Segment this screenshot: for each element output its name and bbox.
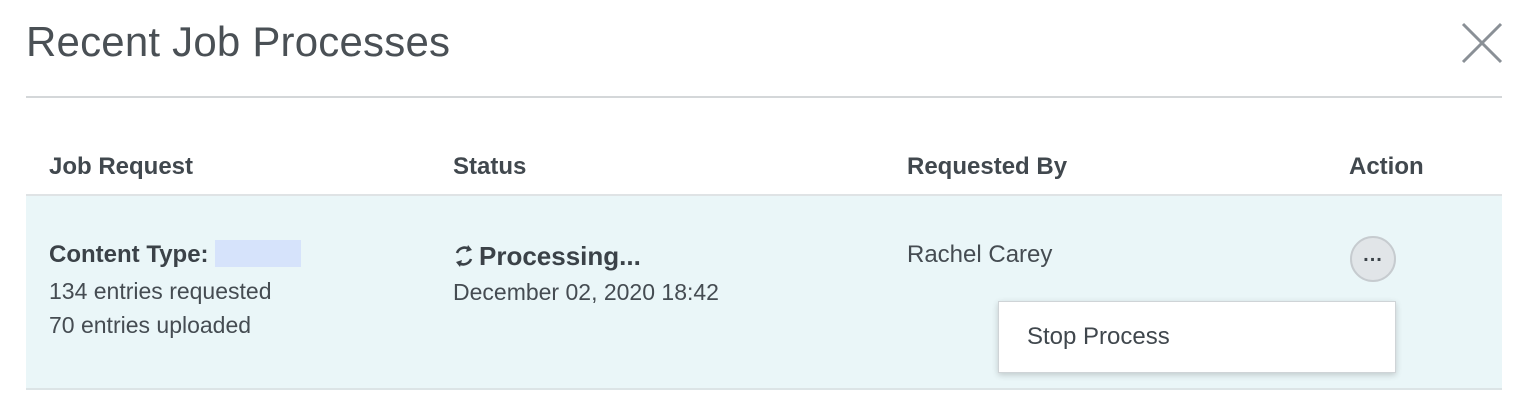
close-button[interactable]	[1459, 20, 1505, 66]
entries-uploaded: 70 entries uploaded	[49, 312, 252, 338]
action-menu: Stop Process	[998, 301, 1396, 373]
status-date: December 02, 2020 18:42	[453, 279, 719, 305]
close-icon	[1461, 22, 1503, 64]
job-request-cell: Content Type: 134 entries requested 70 e…	[49, 240, 301, 342]
status-cell: Processing... December 02, 2020 18:42	[453, 239, 719, 309]
redacted-content-type	[214, 240, 301, 267]
content-type-label: Content Type:	[49, 241, 209, 268]
title-divider	[26, 96, 1502, 98]
content-type: Content Type:	[49, 240, 301, 270]
entries-requested: 134 entries requested	[49, 278, 272, 304]
status-label: Processing...	[453, 239, 719, 273]
stop-process-menu-item[interactable]: Stop Process	[1027, 322, 1170, 352]
table-header: Job Request Status Requested By Action	[26, 140, 1502, 196]
dialog-title: Recent Job Processes	[26, 18, 451, 65]
header-action: Action	[1349, 153, 1424, 180]
more-options-icon: ...	[1363, 244, 1383, 266]
status-text: Processing...	[479, 241, 641, 271]
sync-icon	[455, 245, 473, 267]
header-requested-by: Requested By	[907, 153, 1068, 180]
more-options-button[interactable]: ...	[1350, 236, 1396, 282]
requested-by-name: Rachel Carey	[907, 241, 1053, 268]
header-job-request: Job Request	[49, 153, 194, 180]
header-status: Status	[453, 153, 527, 180]
